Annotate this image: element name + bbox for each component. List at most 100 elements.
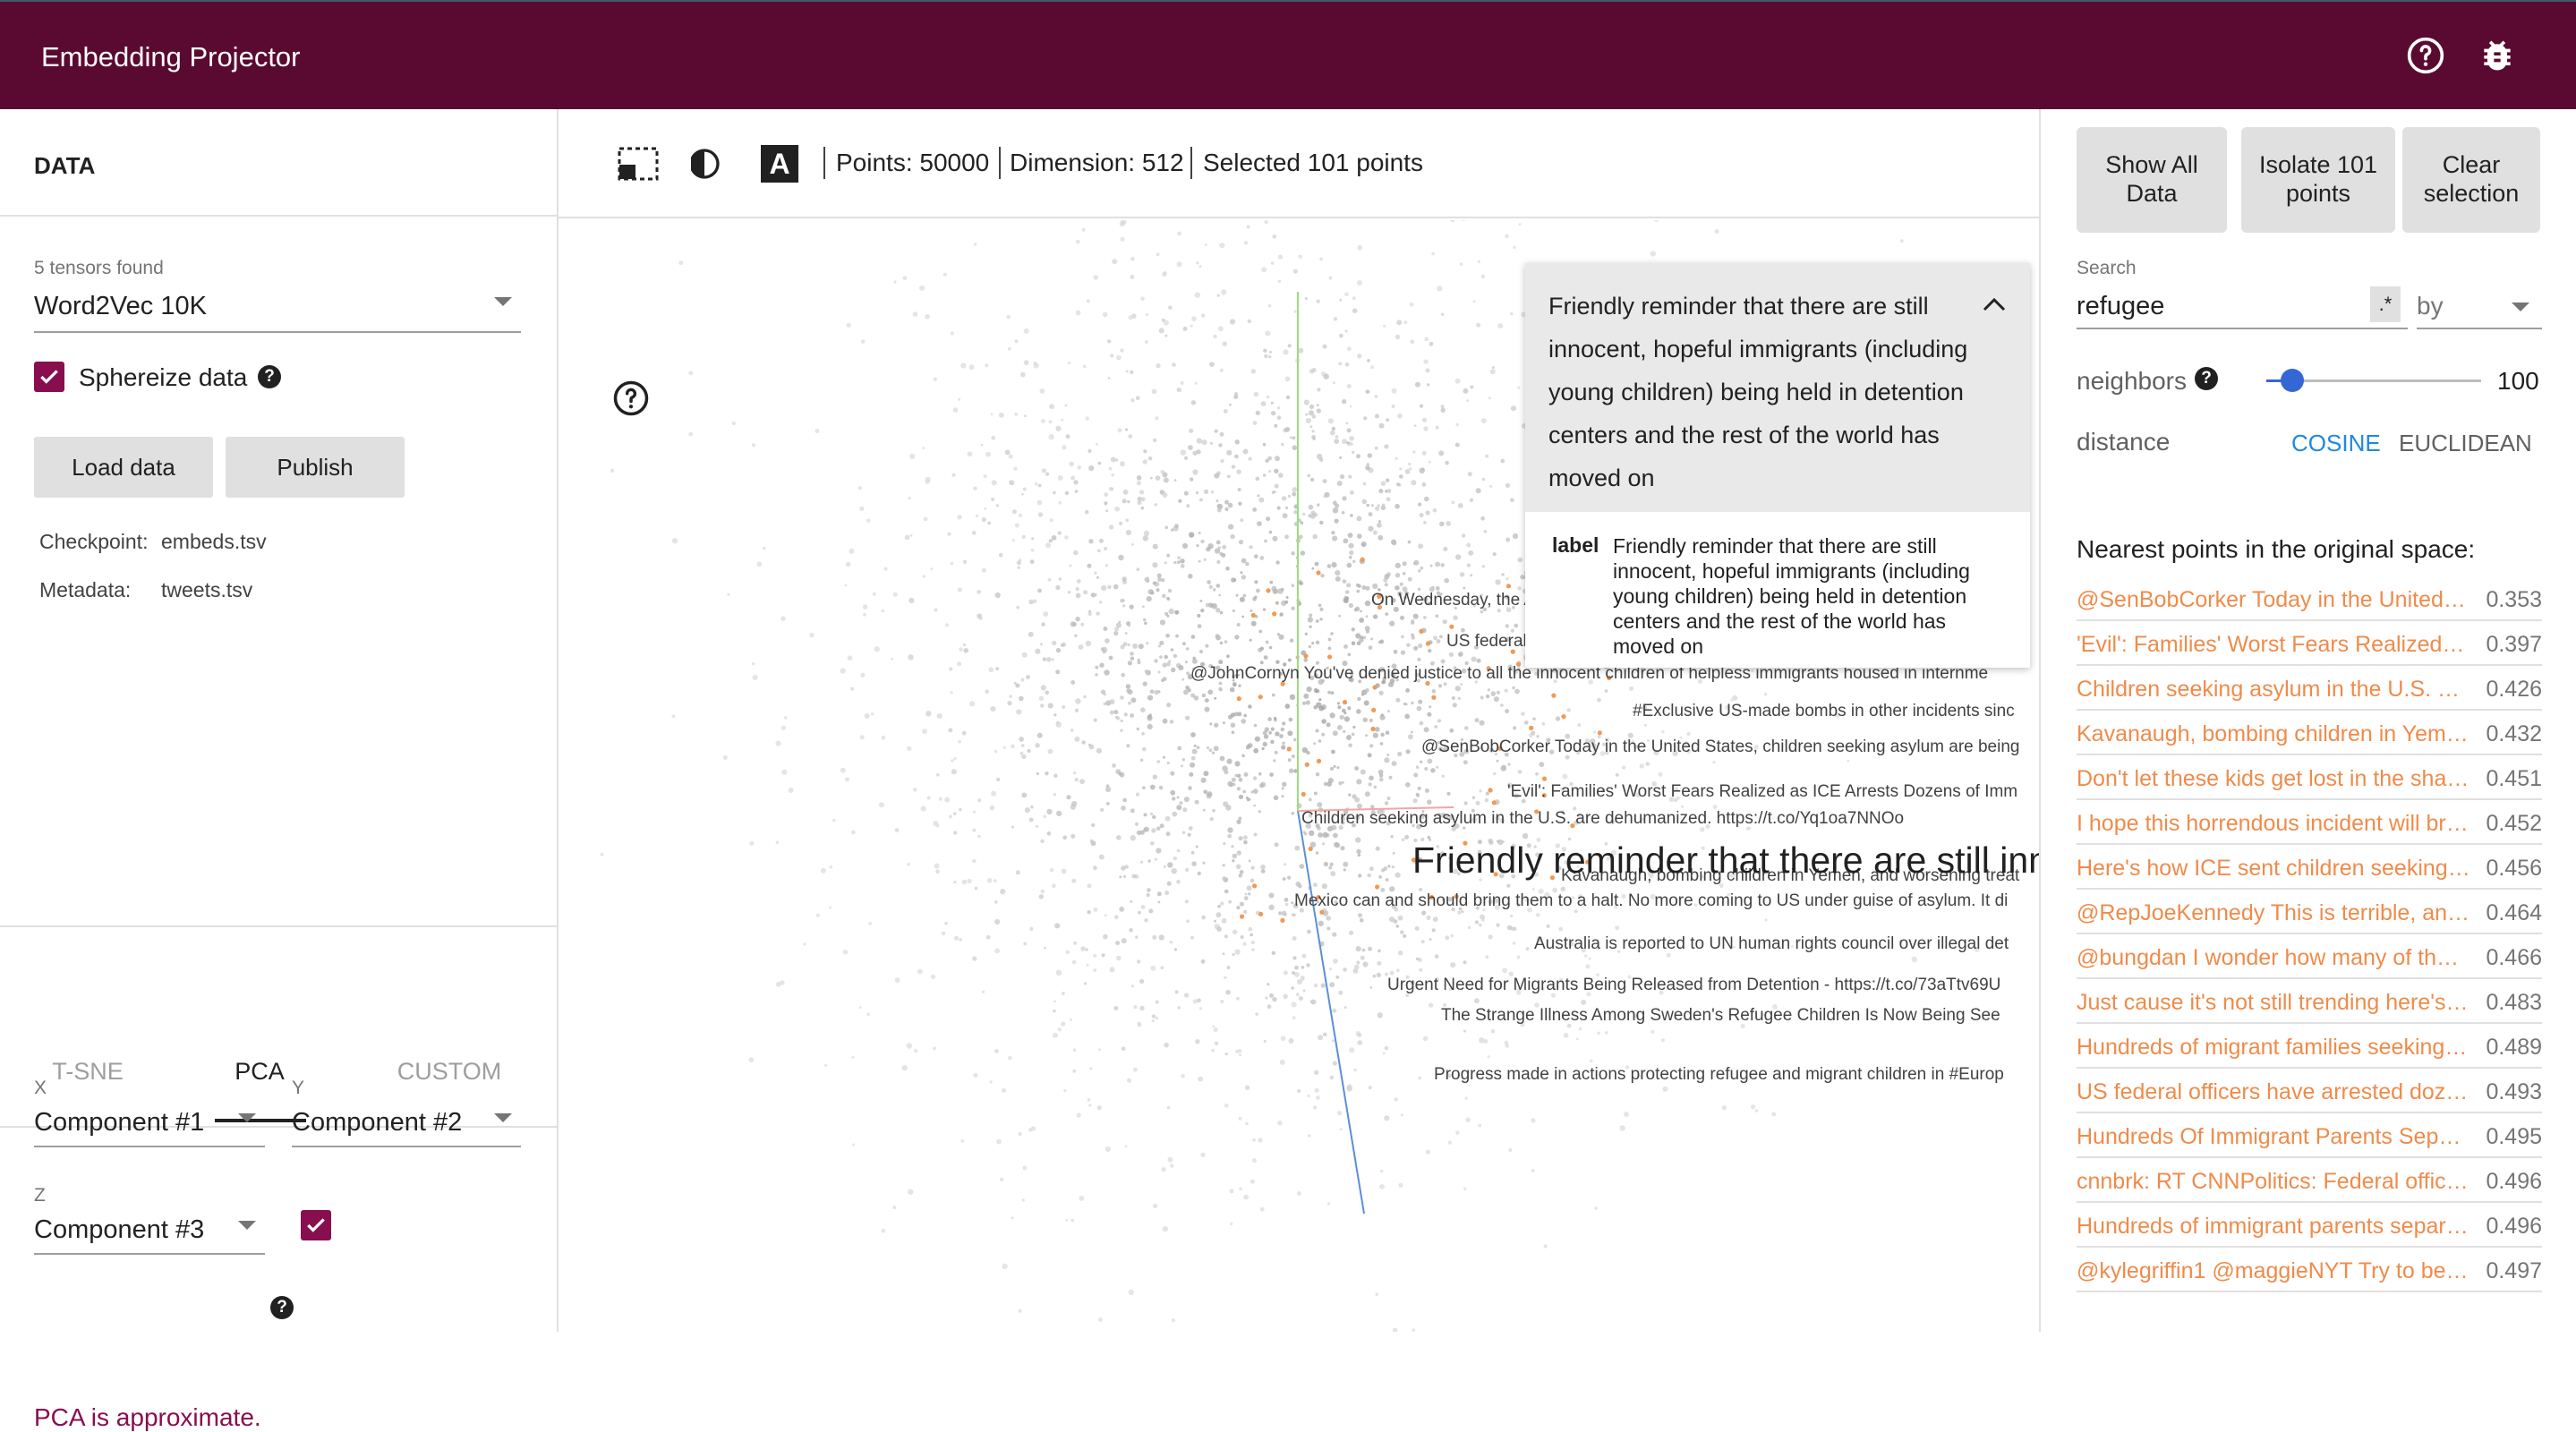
publish-button[interactable]: Publish — [226, 437, 405, 498]
clear-selection-button[interactable]: Clear selection — [2402, 127, 2540, 233]
nearest-point-text[interactable]: @RepJoeKennedy This is terrible, and s..… — [2077, 900, 2470, 926]
tab-tsne[interactable]: T-SNE — [7, 1058, 168, 1086]
x-component-select[interactable]: Component #1 — [34, 1099, 265, 1147]
nearest-point-text[interactable]: 'Evil': Families' Worst Fears Realized a… — [2077, 632, 2470, 658]
bug-report-icon[interactable] — [2478, 36, 2517, 75]
y-component-select[interactable]: Component #2 — [292, 1099, 521, 1147]
isolate-points-button[interactable]: Isolate 101 points — [2241, 127, 2395, 233]
data-point — [1455, 554, 1462, 560]
nearest-point-row[interactable]: Just cause it's not still trending here'… — [2077, 979, 2542, 1024]
data-point — [1156, 573, 1162, 578]
selected-point — [1308, 846, 1313, 852]
data-point — [1465, 1117, 1471, 1122]
neighbors-slider-handle[interactable] — [2281, 369, 2304, 392]
data-point — [1597, 697, 1601, 703]
sphereize-checkbox[interactable] — [34, 362, 64, 392]
data-point — [1686, 731, 1691, 737]
nearest-point-text[interactable]: I hope this horrendous incident will bri… — [2077, 811, 2470, 837]
data-point — [1265, 458, 1269, 463]
nearest-point-text[interactable]: @SenBobCorker Today in the United Sta... — [2077, 587, 2470, 613]
data-point — [1318, 457, 1324, 462]
nearest-point-row[interactable]: Hundreds Of Immigrant Parents Separat...… — [2077, 1113, 2542, 1158]
data-point — [1506, 925, 1513, 931]
nearest-point-row[interactable]: US federal officers have arrested dozens… — [2077, 1069, 2542, 1113]
data-point — [1014, 413, 1019, 416]
nearest-point-text[interactable]: @bungdan I wonder how many of the ch... — [2077, 945, 2470, 971]
data-point — [1103, 933, 1108, 940]
z-component-select[interactable]: Component #3 — [34, 1206, 265, 1255]
nearest-point-text[interactable]: Just cause it's not still trending here'… — [2077, 990, 2470, 1016]
sphereize-help-icon[interactable]: ? — [258, 365, 281, 388]
data-point — [922, 447, 925, 450]
data-point — [1144, 576, 1149, 583]
data-point — [871, 712, 874, 716]
data-point — [1230, 1222, 1233, 1225]
nearest-point-text[interactable]: Here's how ICE sent children seeking as.… — [2077, 856, 2470, 882]
nearest-point-text[interactable]: Don't let these kids get lost in the sha… — [2077, 766, 2470, 792]
nearest-point-row[interactable]: Don't let these kids get lost in the sha… — [2077, 755, 2542, 800]
nearest-point-row[interactable]: Hundreds of migrant families seeking a..… — [2077, 1024, 2542, 1069]
nearest-point-row[interactable]: I hope this horrendous incident will bri… — [2077, 800, 2542, 845]
data-point — [1171, 1318, 1175, 1323]
data-point — [1313, 882, 1318, 888]
data-point — [1419, 720, 1424, 726]
data-point — [863, 612, 866, 617]
data-point — [1417, 657, 1421, 661]
help-icon[interactable] — [2406, 36, 2445, 75]
nearest-point-row[interactable]: @bungdan I wonder how many of the ch... 0… — [2077, 934, 2542, 979]
nearest-point-text[interactable]: US federal officers have arrested dozens… — [2077, 1079, 2470, 1105]
tab-custom[interactable]: CUSTOM — [369, 1058, 530, 1086]
nearest-point-row[interactable]: @SenBobCorker Today in the United Sta...… — [2077, 576, 2542, 621]
data-point — [960, 362, 967, 369]
nearest-point-row[interactable]: Children seeking asylum in the U.S. are … — [2077, 666, 2542, 711]
nearest-point-row[interactable]: cnnbrk: RT CNNPolitics: Federal officers… — [2077, 1158, 2542, 1203]
nearest-point-text[interactable]: cnnbrk: RT CNNPolitics: Federal officers… — [2077, 1169, 2470, 1195]
data-point — [1053, 773, 1058, 778]
nearest-point-row[interactable]: Hundreds of immigrant parents separat...… — [2077, 1203, 2542, 1248]
tensor-select[interactable]: Word2Vec 10K — [34, 283, 521, 333]
data-point — [1254, 736, 1260, 742]
data-point — [1260, 781, 1267, 788]
euclidean-option[interactable]: EUCLIDEAN — [2399, 430, 2532, 457]
data-point — [1224, 1104, 1229, 1108]
nearest-point-row[interactable]: Here's how ICE sent children seeking as.… — [2077, 845, 2542, 890]
data-point — [1391, 388, 1397, 394]
data-point — [1022, 487, 1027, 491]
data-point — [1124, 632, 1128, 635]
data-point — [1450, 220, 1455, 223]
cosine-option[interactable]: COSINE — [2291, 430, 2381, 457]
nearest-point-text[interactable]: @kylegriffin1 @maggieNYT Try to be a r..… — [2077, 1258, 2470, 1284]
load-data-button[interactable]: Load data — [34, 437, 213, 498]
nearest-point-text[interactable]: Children seeking asylum in the U.S. are … — [2077, 677, 2470, 703]
tab-pca[interactable]: PCA — [179, 1058, 340, 1086]
data-point — [1253, 391, 1259, 397]
neighbors-help-icon[interactable]: ? — [2195, 367, 2218, 390]
pca-help-icon[interactable]: ? — [270, 1296, 294, 1319]
data-point — [1328, 865, 1333, 870]
nearest-point-row[interactable]: @kylegriffin1 @maggieNYT Try to be a r..… — [2077, 1248, 2542, 1292]
nearest-point-row[interactable]: 'Evil': Families' Worst Fears Realized a… — [2077, 621, 2542, 666]
data-point — [1313, 705, 1318, 710]
data-point — [1386, 753, 1390, 756]
nearest-point-text[interactable]: Hundreds Of Immigrant Parents Separat... — [2077, 1124, 2470, 1150]
night-mode-icon[interactable] — [689, 145, 727, 187]
selection-box-icon[interactable] — [618, 147, 659, 187]
show-all-data-button[interactable]: Show All Data — [2077, 127, 2227, 233]
canvas-help-icon[interactable] — [612, 379, 650, 417]
nearest-point-text[interactable]: Kavanaugh, bombing children in Yemen,... — [2077, 721, 2470, 747]
labels-toggle-icon[interactable]: A — [761, 145, 798, 183]
nearest-point-row[interactable]: @RepJoeKennedy This is terrible, and s..… — [2077, 890, 2542, 934]
nearest-point-text[interactable]: Hundreds of immigrant parents separat... — [2077, 1214, 2470, 1240]
regex-toggle[interactable]: .* — [2370, 286, 2401, 322]
nearest-point-row[interactable]: Kavanaugh, bombing children in Yemen,...… — [2077, 711, 2542, 755]
search-input[interactable]: refugee — [2077, 285, 2408, 329]
data-point — [1083, 590, 1088, 595]
data-point — [1298, 534, 1303, 540]
search-by-select[interactable]: by — [2417, 285, 2542, 329]
data-point — [1121, 806, 1126, 811]
data-point — [1018, 1131, 1022, 1137]
chevron-up-icon[interactable] — [1982, 295, 2007, 318]
nearest-point-text[interactable]: Hundreds of migrant families seeking a..… — [2077, 1035, 2470, 1061]
data-point — [1390, 835, 1394, 839]
z-enable-checkbox[interactable] — [301, 1210, 331, 1240]
